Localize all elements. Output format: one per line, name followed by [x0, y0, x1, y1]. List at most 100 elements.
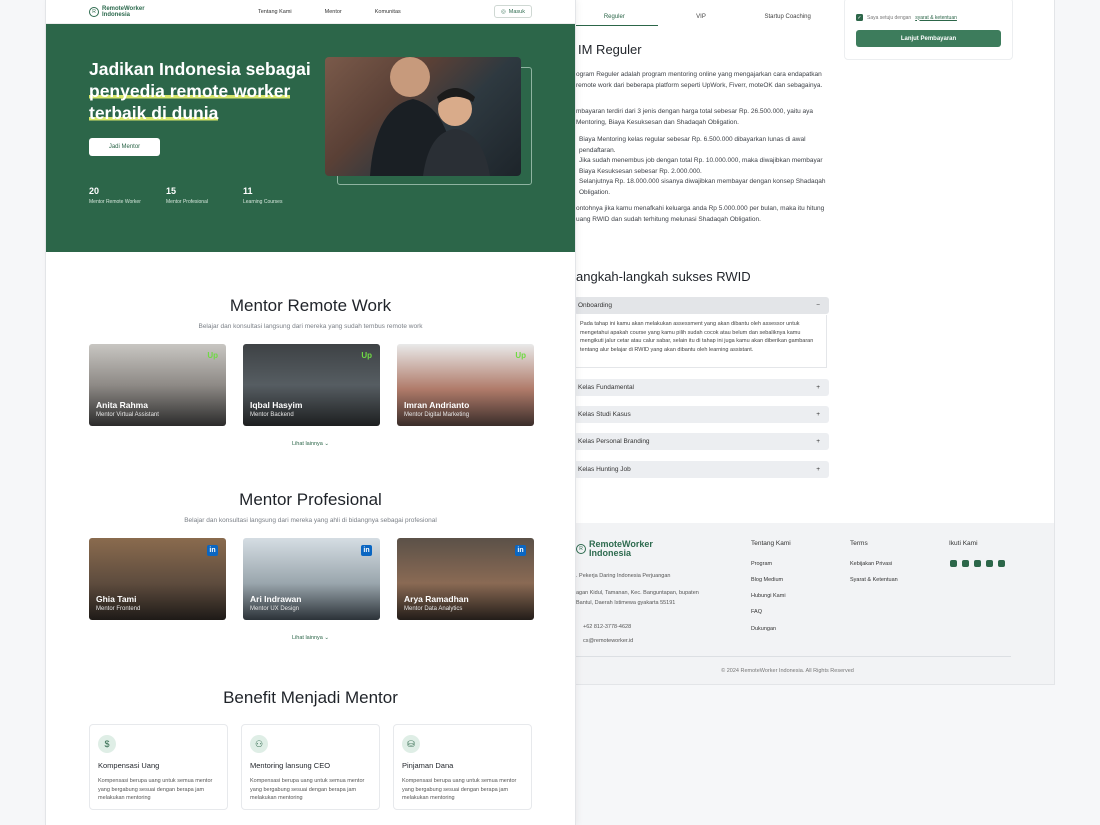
mentor-landing-page: R RemoteWorker Indonesia Tentang Kami Men…: [45, 0, 576, 825]
linkedin-icon: in: [207, 545, 218, 556]
footer-link-terms[interactable]: Syarat & Ketentuan: [850, 577, 898, 583]
footer-divider: [576, 656, 1011, 657]
stat-value: 20: [89, 186, 100, 196]
linkedin-icon: in: [515, 545, 526, 556]
footer-org: . Pekerja Daring Indonesia Perjuangan: [576, 573, 671, 579]
footer-link-support[interactable]: Dukungan: [751, 626, 776, 632]
footer-logo[interactable]: R RemoteWorker Indonesia: [576, 540, 653, 558]
accordion-label: Kelas Hunting Job: [578, 466, 631, 473]
nav-komunitas[interactable]: Komunitas: [375, 9, 401, 15]
mentor-role: Mentor Data Analytics: [404, 606, 463, 612]
tab-reguler[interactable]: Reguler: [571, 8, 658, 26]
benefit-card: $ Kompensasi Uang Kompensasi berupa uang…: [89, 724, 228, 810]
stat-label: Learning Courses: [243, 199, 283, 205]
footer-link-blog[interactable]: Blog Medium: [751, 577, 783, 583]
footer-address: agan Kidul, Tamanan, Kec. Banguntapan, b…: [576, 590, 699, 606]
onboarding-content: Pada tahap ini kamu akan melakukan asses…: [574, 315, 827, 368]
payment-box: ✓ Saya setuju dengan syarat & ketentuan …: [844, 0, 1013, 60]
accordion-onboarding[interactable]: Onboarding −: [574, 297, 829, 314]
accordion-label: Kelas Fundamental: [578, 384, 635, 391]
continue-payment-button[interactable]: Lanjut Pembayaran: [856, 30, 1001, 47]
benefit-card: ⛁ Pinjaman Dana Kompensasi berupa uang u…: [393, 724, 532, 810]
accordion-personal-branding[interactable]: Kelas Personal Branding +: [574, 433, 829, 450]
agree-checkbox[interactable]: ✓: [856, 14, 863, 21]
plus-icon: +: [816, 466, 820, 473]
benefit-title-item: Pinjaman Dana: [402, 761, 454, 770]
benefit-desc: Kompensasi berupa uang untuk semua mento…: [402, 778, 517, 801]
program-title: IM Reguler: [578, 42, 642, 57]
footer-col2-title: Terms: [850, 540, 868, 547]
footer-link-faq[interactable]: FAQ: [751, 609, 762, 615]
accordion-fundamental[interactable]: Kelas Fundamental +: [574, 379, 829, 396]
stat-value: 11: [243, 186, 253, 196]
footer-logo-line2: Indonesia: [589, 548, 632, 558]
see-more-pro-link[interactable]: Lihat lainnya ⌄: [46, 635, 575, 641]
see-more-remote-link[interactable]: Lihat lainnya ⌄: [46, 441, 575, 447]
price-item: Jika sudah menembus job dengan total Rp.…: [579, 157, 823, 175]
instagram-icon[interactable]: [950, 560, 957, 567]
agree-row: ✓ Saya setuju dengan syarat & ketentuan: [856, 14, 957, 21]
upwork-icon: Up: [515, 351, 526, 360]
mentor-card[interactable]: in Arya Ramadhan Mentor Data Analytics: [397, 538, 534, 620]
linkedin-icon: in: [361, 545, 372, 556]
become-mentor-button[interactable]: Jadi Mentor: [89, 138, 160, 156]
upwork-icon: Up: [207, 351, 218, 360]
linkedin-icon[interactable]: [998, 560, 1005, 567]
mentor-name: Ari Indrawan: [250, 594, 302, 604]
mentor-card[interactable]: Up Anita Rahma Mentor Virtual Assistant: [89, 344, 226, 426]
program-desc: ogram Reguler adalah program mentoring o…: [576, 71, 823, 89]
benefit-title-item: Mentoring lansung CEO: [250, 761, 331, 770]
logo[interactable]: R RemoteWorker Indonesia: [89, 6, 162, 18]
footer-email: cs@remoteworker.id: [583, 638, 634, 644]
footer-col1-title: Tentang Kami: [751, 540, 791, 547]
nav-mentor[interactable]: Mentor: [325, 9, 342, 15]
terms-link[interactable]: syarat & ketentuan: [915, 15, 957, 21]
spotify-icon[interactable]: [986, 560, 993, 567]
navbar: R RemoteWorker Indonesia Tentang Kami Men…: [46, 0, 575, 24]
footer-phone: +62 812-3778-4628: [583, 624, 632, 630]
nav-tentang-kami[interactable]: Tentang Kami: [258, 9, 292, 15]
facebook-icon[interactable]: [974, 560, 981, 567]
upwork-icon: Up: [361, 351, 372, 360]
stat-item: 15 Mentor Profesional: [166, 186, 243, 205]
minus-icon: −: [816, 302, 820, 309]
tab-startup-coaching[interactable]: Startup Coaching: [744, 8, 831, 26]
mentor-name: Arya Ramadhan: [404, 594, 469, 604]
logo-icon: R: [89, 6, 99, 17]
footer-link-program[interactable]: Program: [751, 561, 772, 567]
accordion-hunting-job[interactable]: Kelas Hunting Job +: [574, 461, 829, 478]
program-price: mbayaran terdiri dari 3 jenis dengan har…: [576, 108, 814, 126]
logo-icon: R: [576, 544, 586, 554]
remote-mentor-cards: Up Anita Rahma Mentor Virtual Assistant …: [89, 344, 534, 426]
pro-mentor-cards: in Ghia Tami Mentor Frontend in Ari Indr…: [89, 538, 534, 620]
benefit-cards: $ Kompensasi Uang Kompensasi berupa uang…: [89, 724, 532, 810]
mentor-card[interactable]: Up Iqbal Hasyim Mentor Backend: [243, 344, 380, 426]
plus-icon: +: [816, 411, 820, 418]
mentor-role: Mentor UX Design: [250, 606, 300, 612]
benefit-title-item: Kompensasi Uang: [98, 761, 160, 770]
pro-mentor-title: Mentor Profesional: [239, 490, 382, 509]
plus-icon: +: [816, 384, 820, 391]
accordion-label: Kelas Personal Branding: [578, 438, 650, 445]
youtube-icon[interactable]: [962, 560, 969, 567]
program-page: Reguler VIP Startup Coaching ✓ Saya setu…: [520, 0, 1055, 685]
copyright-text: 2024 RemoteWorker Indonesia. All Rights …: [726, 668, 854, 674]
accordion-label: Kelas Studi Kasus: [578, 411, 631, 418]
login-button[interactable]: ◎ Masuk: [493, 5, 532, 18]
mentor-card[interactable]: in Ghia Tami Mentor Frontend: [89, 538, 226, 620]
accordion-studi-kasus[interactable]: Kelas Studi Kasus +: [574, 406, 829, 423]
benefit-desc: Kompensasi berupa uang untuk semua mento…: [250, 778, 365, 801]
mentor-card[interactable]: Up Imran Andrianto Mentor Digital Market…: [397, 344, 534, 426]
tab-vip[interactable]: VIP: [658, 8, 745, 26]
footer-link-privacy[interactable]: Kebijakan Privasi: [850, 561, 892, 567]
mentor-name: Ghia Tami: [96, 594, 137, 604]
mentor-role: Mentor Backend: [250, 412, 294, 418]
mentor-name: Imran Andrianto: [404, 400, 470, 410]
hero-title-plain: Jadikan Indonesia sebagai: [89, 59, 311, 79]
footer-link-contact[interactable]: Hubungi Kami: [751, 593, 786, 599]
social-icons: [950, 560, 1005, 567]
mentor-role: Mentor Frontend: [96, 606, 141, 612]
benefit-desc: Kompensasi berupa uang untuk semua mento…: [98, 778, 213, 801]
stat-value: 15: [166, 186, 177, 196]
mentor-card[interactable]: in Ari Indrawan Mentor UX Design: [243, 538, 380, 620]
